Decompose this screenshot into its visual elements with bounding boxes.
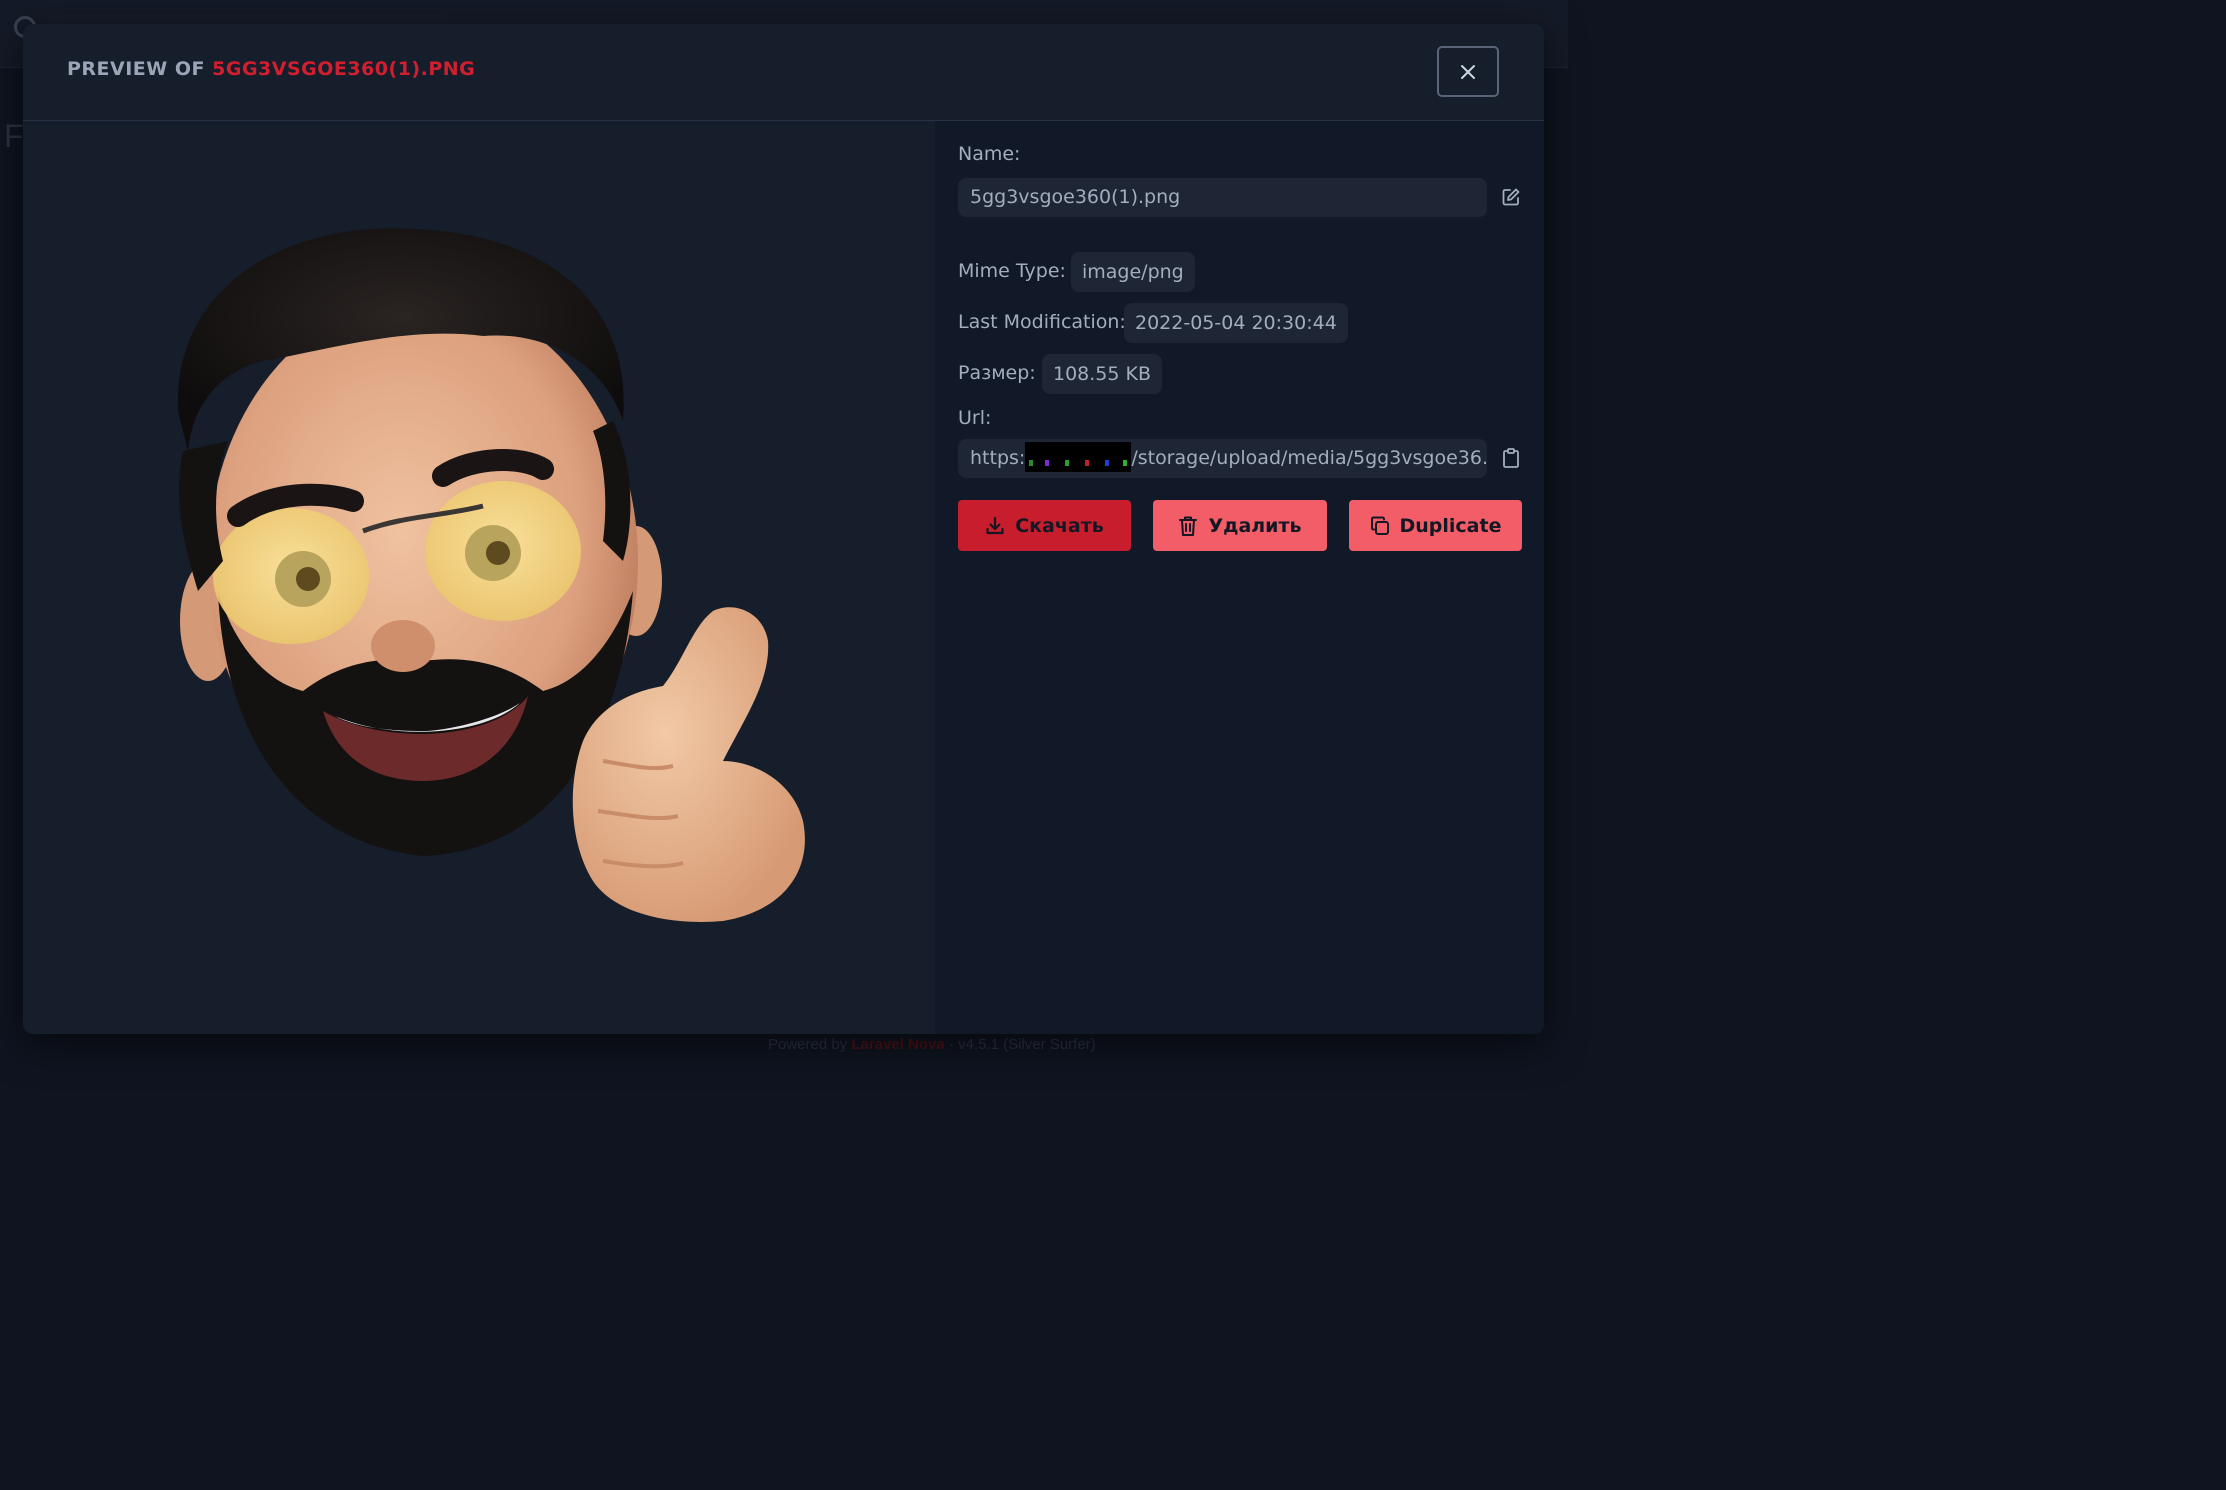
duplicate-button[interactable]: Duplicate [1349,500,1522,551]
edit-icon [1502,188,1520,206]
delete-button[interactable]: Удалить [1153,500,1327,551]
size-value: 108.55 KB [1042,354,1163,394]
copy-url-button[interactable] [1499,446,1523,470]
download-icon [986,516,1004,534]
close-icon [1461,64,1475,79]
duplicate-button-label: Duplicate [1399,514,1502,537]
download-button-label: Скачать [1015,514,1104,537]
modal-title-filename: 5gg3vsgoe360(1).png [212,58,476,80]
last-modification-label: Last Modification: [958,311,1126,333]
trash-icon [1179,516,1198,536]
modal-title: Preview of 5gg3vsgoe360(1).png [67,58,475,80]
name-label: Name: [958,143,1021,165]
background-page-title: F [4,118,24,154]
clipboard-icon [1503,448,1519,468]
redacted-domain [1025,441,1132,472]
preview-modal: Preview of 5gg3vsgoe360(1).png [23,24,1544,1034]
footer-version: · v4.5.1 (Silver Surfer) [948,1036,1096,1053]
modal-header: Preview of 5gg3vsgoe360(1).png [23,24,1544,121]
duplicate-icon [1370,516,1389,535]
url-path: /storage/upload/media/5gg3vsgoe36... [1131,447,1487,469]
file-details-pane: Name: 5gg3vsgoe360(1).png Mime Type: ima… [935,121,1544,1034]
mime-type-value: image/png [1071,252,1195,292]
image-preview-pane [23,121,935,1034]
preview-image [177,228,805,922]
last-modification-value: 2022-05-04 20:30:44 [1124,303,1348,343]
name-field[interactable]: 5gg3vsgoe360(1).png [958,178,1487,217]
delete-button-label: Удалить [1208,514,1302,537]
url-prefix: https: [970,447,1026,469]
background-footer: Powered by Laravel Nova · v4.5.1 (Silver… [768,1036,1096,1053]
edit-name-button[interactable] [1499,185,1523,209]
mime-type-label: Mime Type: [958,260,1066,282]
close-button[interactable] [1437,46,1499,97]
url-label: Url: [958,407,992,429]
footer-brand-link: Laravel Nova [851,1036,945,1053]
size-label: Размер: [958,362,1036,384]
url-field[interactable]: https: /storage/upload/media/5gg3vsgoe36.… [958,439,1487,478]
modal-title-prefix: Preview of [67,58,205,80]
download-button[interactable]: Скачать [958,500,1131,551]
footer-prefix: Powered by [768,1036,848,1053]
